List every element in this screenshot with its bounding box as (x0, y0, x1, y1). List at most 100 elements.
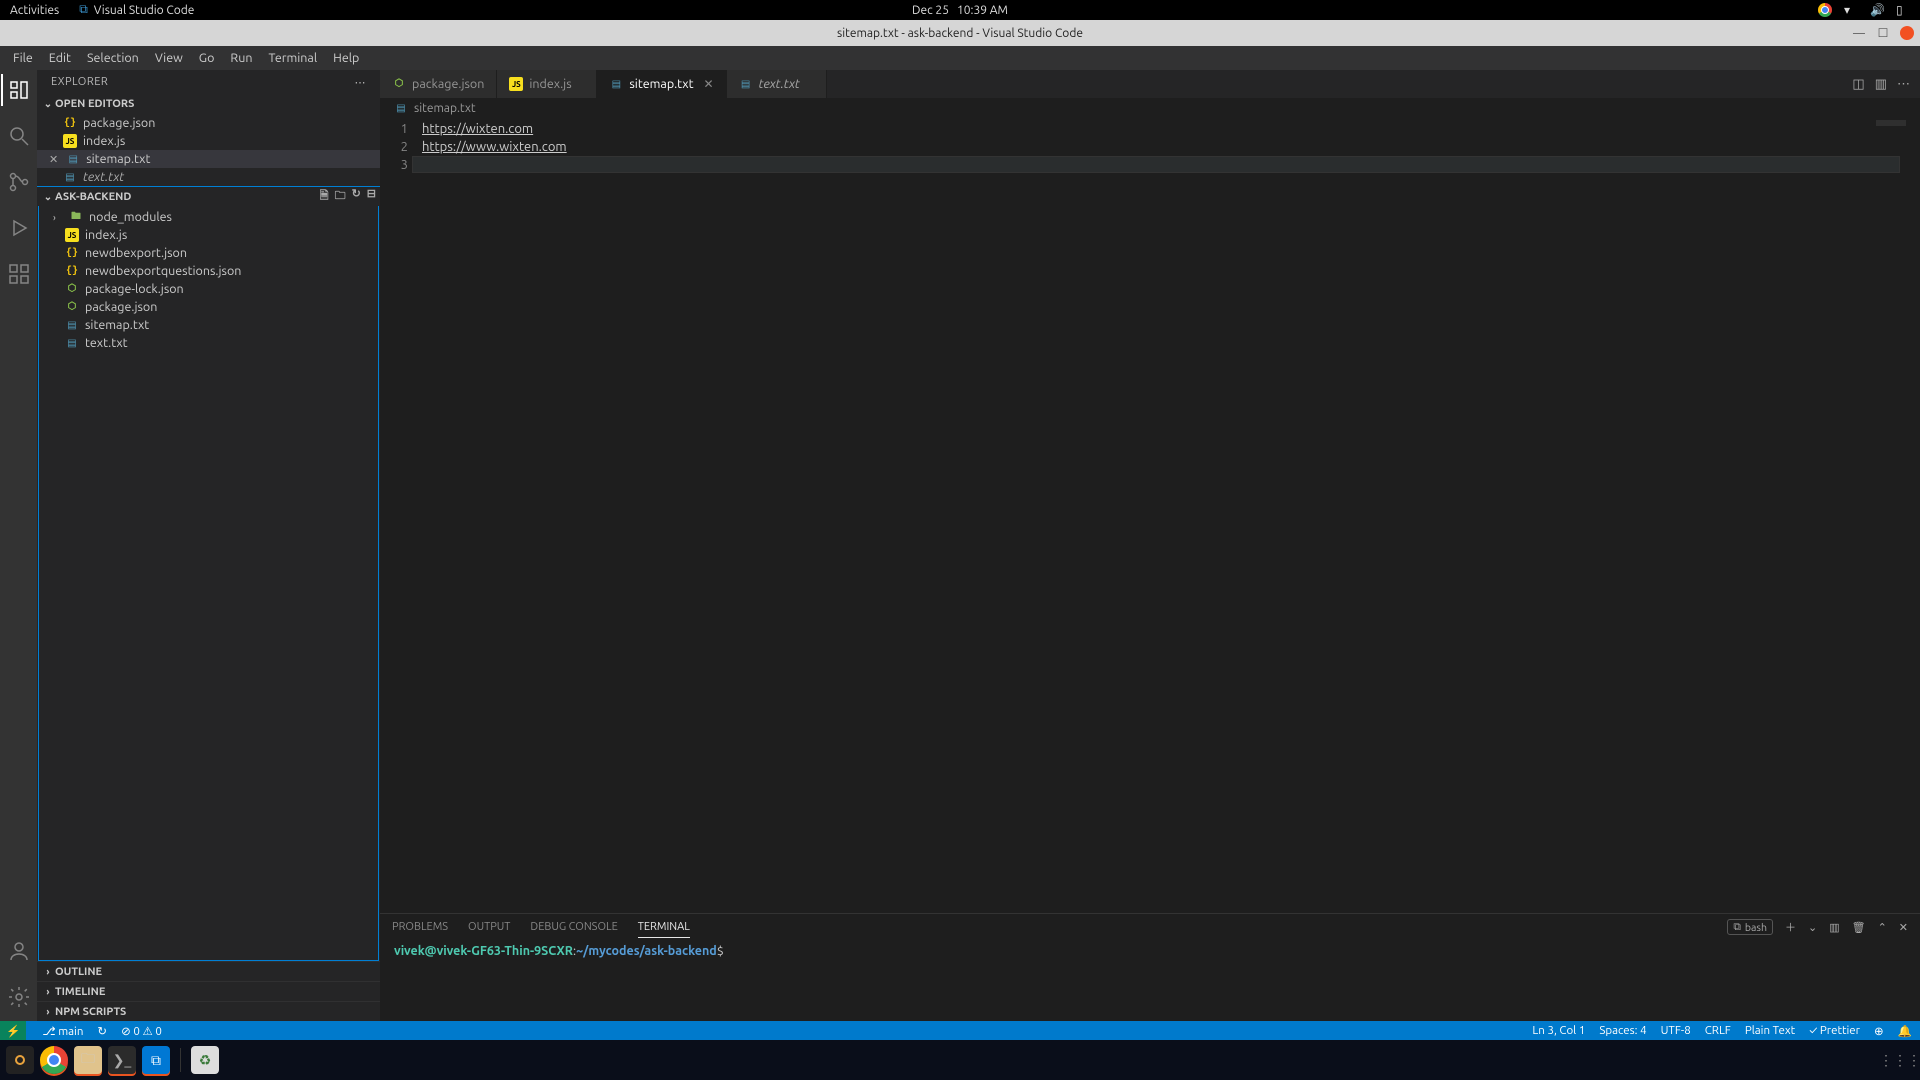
open-editors-section[interactable]: ⌄ OPEN EDITORS (37, 94, 380, 114)
sync-icon[interactable]: ↻ (97, 1024, 107, 1038)
close-editor-icon[interactable]: ✕ (49, 153, 58, 166)
window-minimize-button[interactable]: — (1852, 26, 1866, 40)
explorer-icon[interactable] (7, 78, 31, 102)
problems-count[interactable]: ⊘ 0 ⚠ 0 (121, 1024, 162, 1038)
clock-date[interactable]: Dec 25 (912, 4, 949, 17)
menu-go[interactable]: Go (192, 49, 222, 67)
more-actions-icon[interactable]: ⋯ (1897, 77, 1910, 92)
open-editor-item[interactable]: {}package.json (37, 114, 380, 132)
open-editor-item[interactable]: JSindex.js (37, 132, 380, 150)
menu-edit[interactable]: Edit (42, 49, 78, 67)
folder-item[interactable]: ›🖿node_modules (39, 208, 378, 226)
compare-changes-icon[interactable]: ◫ (1852, 77, 1864, 92)
open-editor-item[interactable]: ✕▤sitemap.txt (37, 150, 380, 168)
git-branch[interactable]: ⎇ main (42, 1024, 83, 1038)
file-item[interactable]: ⬡package.json (39, 298, 378, 316)
terminal-body[interactable]: vivek@vivek-GF63-Thin-9SCXR:~/mycodes/as… (380, 940, 1920, 963)
file-label: newdbexportquestions.json (85, 264, 241, 278)
open-editor-item[interactable]: ▤text.txt (37, 168, 380, 186)
search-icon[interactable] (7, 124, 31, 148)
panel-tab-problems[interactable]: PROBLEMS (392, 917, 448, 937)
editor-tab[interactable]: ▤text.txt (727, 70, 827, 98)
file-label: package.json (85, 300, 157, 314)
menu-help[interactable]: Help (326, 49, 366, 67)
maximize-panel-icon[interactable]: ⌃ (1878, 921, 1887, 934)
panel-tab-debug-console[interactable]: DEBUG CONSOLE (530, 917, 617, 937)
breadcrumb[interactable]: ▤ sitemap.txt (380, 98, 1920, 118)
indentation[interactable]: Spaces: 4 (1599, 1024, 1646, 1037)
code-line[interactable]: https://wixten.com (422, 120, 567, 138)
split-editor-icon[interactable]: ▥ (1875, 77, 1887, 92)
eol[interactable]: CRLF (1705, 1024, 1731, 1037)
dock-vscode-icon[interactable]: ⧉ (142, 1046, 170, 1074)
file-item[interactable]: {}newdbexportquestions.json (39, 262, 378, 280)
panel-tab-terminal[interactable]: TERMINAL (638, 917, 690, 938)
file-item[interactable]: ▤text.txt (39, 334, 378, 352)
volume-icon[interactable]: 🔊 (1870, 3, 1884, 17)
menu-view[interactable]: View (148, 49, 190, 67)
run-debug-icon[interactable] (7, 216, 31, 240)
clock-time[interactable]: 10:39 AM (957, 4, 1008, 17)
prettier-status[interactable]: ✓ Prettier (1809, 1024, 1860, 1037)
menu-selection[interactable]: Selection (80, 49, 146, 67)
dock-chrome-icon[interactable] (40, 1046, 68, 1074)
new-file-icon[interactable]: 🗎 (320, 187, 329, 206)
app-indicator[interactable]: ⧉ Visual Studio Code (79, 3, 194, 17)
window-close-button[interactable] (1900, 26, 1914, 40)
new-terminal-icon[interactable]: ＋ (1785, 919, 1796, 935)
outline-section[interactable]: ›OUTLINE (37, 961, 380, 981)
activities-menu[interactable]: Activities (10, 4, 59, 17)
cursor-position[interactable]: Ln 3, Col 1 (1532, 1024, 1585, 1037)
settings-gear-icon[interactable] (7, 985, 31, 1009)
editor-tab[interactable]: ⬡package.json (380, 70, 497, 98)
close-tab-icon[interactable]: ✕ (704, 77, 714, 91)
window-maximize-button[interactable]: ☐ (1876, 26, 1890, 40)
file-item[interactable]: JSindex.js (39, 226, 378, 244)
sidebar-more-icon[interactable]: ⋯ (355, 76, 367, 89)
battery-icon[interactable]: ▯ (1896, 3, 1910, 17)
encoding[interactable]: UTF-8 (1661, 1024, 1691, 1037)
project-section[interactable]: ⌄ ASK-BACKEND 🗎 🗀 ↻ ⊟ (37, 186, 380, 206)
editor-tab[interactable]: ▤sitemap.txt✕ (597, 70, 726, 98)
menu-terminal[interactable]: Terminal (261, 49, 324, 67)
terminal-dropdown-icon[interactable]: ⌄ (1808, 921, 1817, 934)
menu-file[interactable]: File (6, 49, 40, 67)
dock-system-icon[interactable] (6, 1046, 34, 1074)
menu-run[interactable]: Run (223, 49, 259, 67)
dock-apps-grid-icon[interactable]: ⋮⋮⋮ (1886, 1046, 1914, 1074)
terminal-shell-label[interactable]: ⧉bash (1727, 919, 1773, 935)
refresh-icon[interactable]: ↻ (352, 187, 361, 206)
menu-bar: FileEditSelectionViewGoRunTerminalHelp (0, 46, 1920, 70)
remote-indicator[interactable]: ⚡ (0, 1021, 26, 1040)
chrome-tray-icon[interactable] (1818, 3, 1832, 17)
split-terminal-icon[interactable]: ▥ (1829, 921, 1839, 934)
source-control-icon[interactable] (7, 170, 31, 194)
close-panel-icon[interactable]: ✕ (1899, 921, 1908, 934)
file-item[interactable]: {}newdbexport.json (39, 244, 378, 262)
feedback-icon[interactable]: ⊕ (1874, 1024, 1884, 1038)
network-icon[interactable]: ▾ (1844, 3, 1858, 17)
js-file-icon: JS (63, 134, 77, 148)
kill-terminal-icon[interactable]: 🗑 (1852, 921, 1866, 934)
file-item[interactable]: ⬡package-lock.json (39, 280, 378, 298)
new-folder-icon[interactable]: 🗀 (335, 187, 346, 206)
accounts-icon[interactable] (7, 939, 31, 963)
notifications-icon[interactable]: 🔔 (1898, 1024, 1912, 1038)
file-item[interactable]: ▤sitemap.txt (39, 316, 378, 334)
chevron-right-icon: › (41, 1006, 55, 1017)
editor-tab[interactable]: JSindex.js (497, 70, 597, 98)
npm-scripts-section[interactable]: ›NPM SCRIPTS (37, 1001, 380, 1021)
language-mode[interactable]: Plain Text (1745, 1024, 1795, 1037)
dock-terminal-icon[interactable]: ❯_ (108, 1046, 136, 1074)
dock-trash-icon[interactable]: ♻ (191, 1046, 219, 1074)
collapse-icon[interactable]: ⊟ (367, 187, 376, 206)
js-file-icon: JS (509, 77, 523, 91)
extensions-icon[interactable] (7, 262, 31, 286)
text-editor[interactable]: 123 https://wixten.comhttps://www.wixten… (380, 118, 1920, 913)
code-line[interactable]: https://www.wixten.com (422, 138, 567, 156)
panel-tab-output[interactable]: OUTPUT (468, 917, 510, 937)
timeline-section[interactable]: ›TIMELINE (37, 981, 380, 1001)
dock-files-icon[interactable]: 🗀 (74, 1046, 102, 1074)
file-icon: ▤ (394, 101, 408, 115)
minimap[interactable] (1876, 120, 1906, 126)
